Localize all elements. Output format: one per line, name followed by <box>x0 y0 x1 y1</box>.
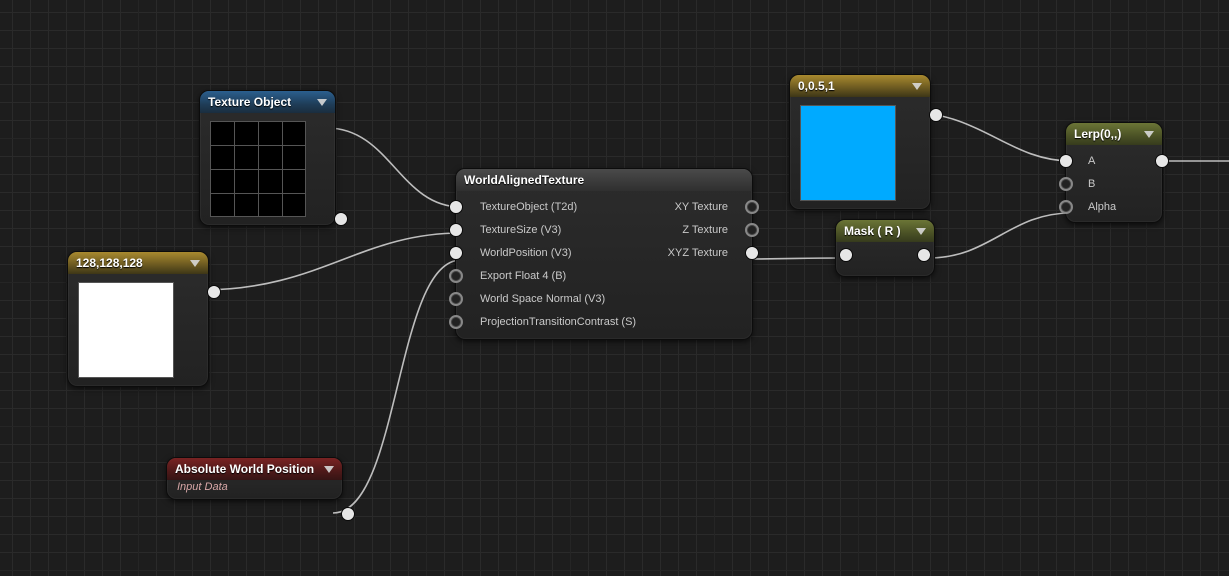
node-lerp[interactable]: Lerp(0,,) A B Alpha <box>1065 122 1163 223</box>
output-pin[interactable] <box>207 285 221 299</box>
input-pin-alpha[interactable] <box>1059 200 1073 214</box>
input-label: World Space Normal (V3) <box>480 293 605 305</box>
input-label: WorldPosition (V3) <box>480 247 572 259</box>
input-label: Alpha <box>1088 201 1116 213</box>
input-pin[interactable] <box>449 292 463 306</box>
chevron-down-icon[interactable] <box>1144 131 1154 138</box>
input-pin[interactable] <box>449 200 463 214</box>
color-swatch <box>78 282 174 378</box>
node-title: Mask ( R ) <box>844 224 901 238</box>
node-title: 0,0.5,1 <box>798 79 835 93</box>
node-title: Lerp(0,,) <box>1074 127 1121 141</box>
input-pin[interactable] <box>449 246 463 260</box>
input-pin[interactable] <box>449 223 463 237</box>
texture-thumbnail <box>210 121 306 217</box>
chevron-down-icon[interactable] <box>916 228 926 235</box>
node-constant-128[interactable]: 128,128,128 <box>67 251 209 387</box>
input-pin-a[interactable] <box>1059 154 1073 168</box>
node-mask-r[interactable]: Mask ( R ) <box>835 219 935 277</box>
node-subtitle: Input Data <box>167 480 342 499</box>
input-pin[interactable] <box>839 248 853 262</box>
output-label: Z Texture <box>682 224 728 236</box>
output-pin[interactable] <box>917 248 931 262</box>
node-title: WorldAlignedTexture <box>464 173 584 187</box>
output-pin[interactable] <box>745 246 759 260</box>
output-pin[interactable] <box>1155 154 1169 168</box>
output-label: XY Texture <box>675 201 728 213</box>
output-pin[interactable] <box>341 507 355 521</box>
input-label: TextureObject (T2d) <box>480 201 577 213</box>
chevron-down-icon[interactable] <box>324 466 334 473</box>
output-label: XYZ Texture <box>668 247 728 259</box>
chevron-down-icon[interactable] <box>912 83 922 90</box>
node-absolute-world-position[interactable]: Absolute World Position Input Data <box>166 457 343 500</box>
node-world-aligned-texture[interactable]: WorldAlignedTexture TextureObject (T2d) X… <box>455 168 753 340</box>
output-pin[interactable] <box>745 223 759 237</box>
input-label: TextureSize (V3) <box>480 224 561 236</box>
node-title: Absolute World Position <box>175 462 314 476</box>
input-label: B <box>1088 178 1095 190</box>
input-pin[interactable] <box>449 315 463 329</box>
color-swatch <box>800 105 896 201</box>
input-pin-b[interactable] <box>1059 177 1073 191</box>
node-constant-0-05-1[interactable]: 0,0.5,1 <box>789 74 931 210</box>
output-pin[interactable] <box>745 200 759 214</box>
input-label: ProjectionTransitionContrast (S) <box>480 316 636 328</box>
output-pin[interactable] <box>929 108 943 122</box>
chevron-down-icon[interactable] <box>317 99 327 106</box>
input-pin[interactable] <box>449 269 463 283</box>
input-label: Export Float 4 (B) <box>480 270 566 282</box>
chevron-down-icon[interactable] <box>190 260 200 267</box>
node-title: Texture Object <box>208 95 291 109</box>
node-title: 128,128,128 <box>76 256 143 270</box>
output-pin[interactable] <box>334 212 348 226</box>
node-texture-object[interactable]: Texture Object <box>199 90 336 226</box>
input-label: A <box>1088 155 1095 167</box>
